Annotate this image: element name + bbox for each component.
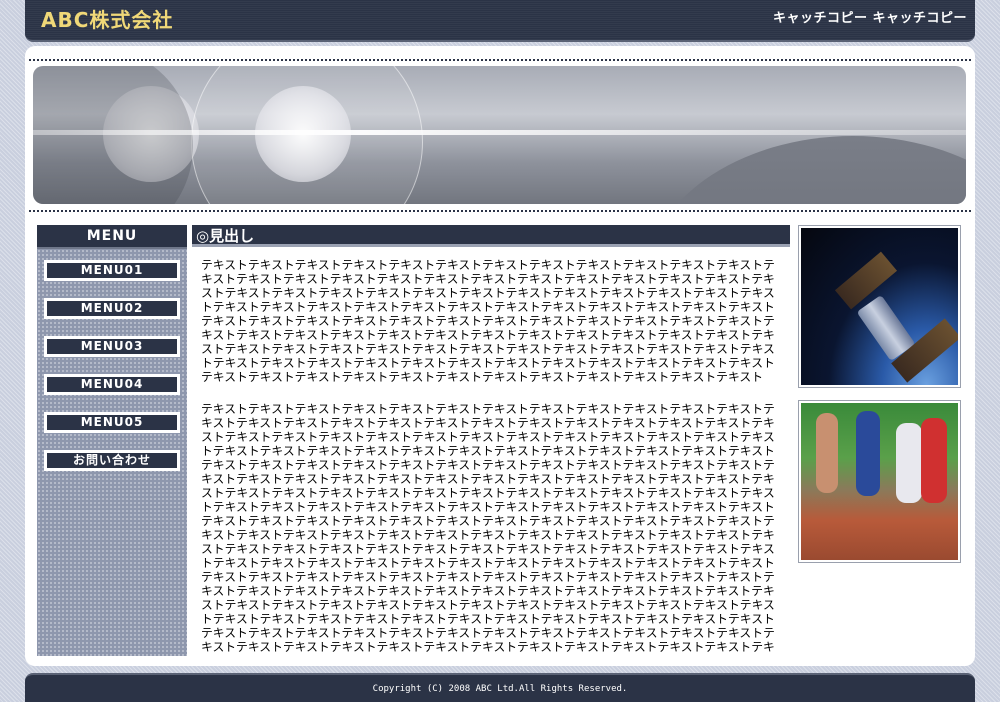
runner-shape: [856, 411, 880, 496]
site-footer: Copyright (C) 2008 ABC Ltd.All Rights Re…: [25, 673, 975, 702]
body-paragraph-2: テキストテキストテキストテキストテキストテキストテキストテキストテキストテキスト…: [201, 402, 775, 654]
banner-shadow-orb: [33, 66, 193, 204]
catch-copy: キャッチコピー キャッチコピー: [772, 11, 967, 26]
section-heading: ◎見出し: [192, 225, 790, 247]
copyright-text: Copyright (C) 2008 ABC Ltd.All Rights Re…: [372, 684, 628, 694]
site-logo[interactable]: ABC株式会社: [41, 4, 173, 33]
hero-banner: [33, 66, 966, 204]
runner-shape: [921, 418, 947, 503]
dotted-divider-top: [29, 59, 971, 61]
menu-item-menu02[interactable]: MENU02: [44, 298, 180, 319]
runner-shape: [816, 413, 838, 493]
menu-item-contact[interactable]: お問い合わせ: [44, 450, 180, 471]
sidebar-menu: MENU MENU01 MENU02 MENU03 MENU04 MENU05 …: [37, 225, 187, 656]
satellite-image: [801, 228, 958, 385]
banner-planet-arc: [643, 136, 966, 204]
content-panel: MENU MENU01 MENU02 MENU03 MENU04 MENU05 …: [25, 46, 975, 666]
menu-title: MENU: [37, 225, 187, 249]
runners-image: [801, 403, 958, 560]
runners-photo: [798, 400, 961, 563]
runner-shape: [896, 423, 922, 503]
body-paragraph-1: テキストテキストテキストテキストテキストテキストテキストテキストテキストテキスト…: [201, 258, 775, 384]
solar-panel-shape: [834, 251, 898, 310]
satellite-photo: [798, 225, 961, 388]
menu-item-menu01[interactable]: MENU01: [44, 260, 180, 281]
menu-item-menu04[interactable]: MENU04: [44, 374, 180, 395]
menu-item-menu05[interactable]: MENU05: [44, 412, 180, 433]
menu-item-menu03[interactable]: MENU03: [44, 336, 180, 357]
dotted-divider-bottom: [29, 210, 971, 212]
banner-light-streak: [33, 130, 966, 135]
site-header: ABC株式会社 キャッチコピー キャッチコピー: [25, 0, 975, 42]
